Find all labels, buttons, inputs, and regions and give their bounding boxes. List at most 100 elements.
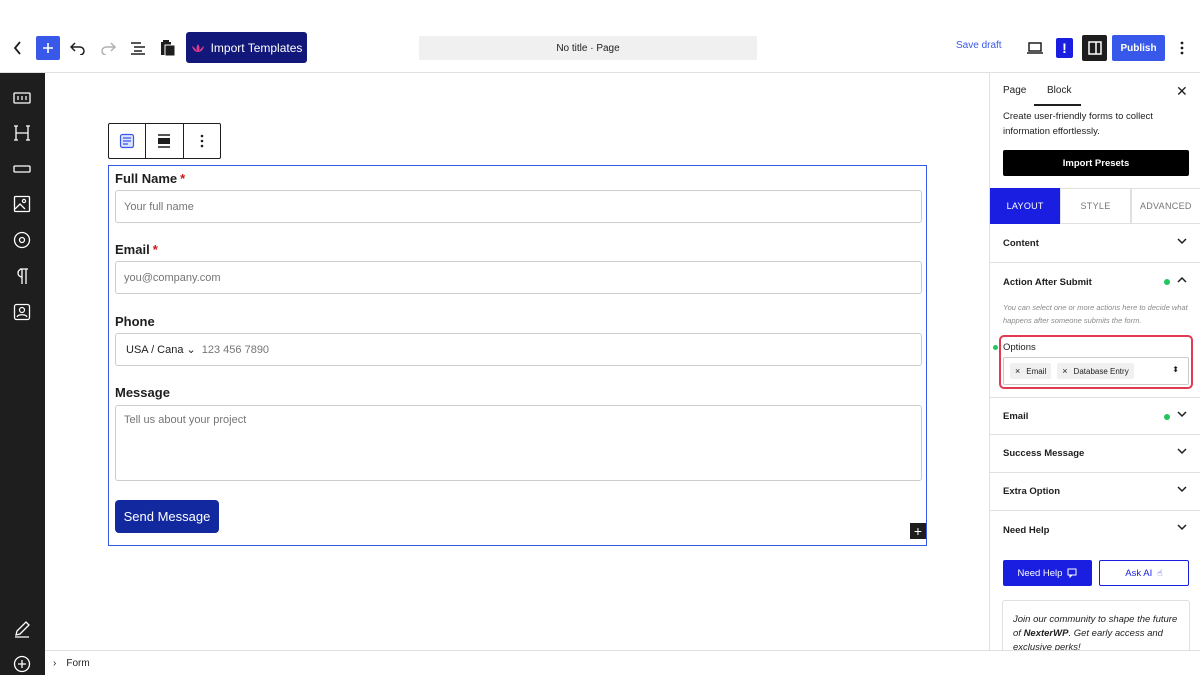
publish-label: Publish — [1120, 42, 1157, 54]
country-code-select[interactable]: USA / Cana ⌄ — [126, 343, 196, 356]
section-need-help[interactable]: Need Help — [990, 511, 1200, 549]
section-email-label: Email — [1003, 410, 1029, 422]
contact-icon[interactable] — [11, 301, 33, 323]
tab-advanced[interactable]: ADVANCED — [1130, 188, 1200, 224]
panel-tabs: Page Block ✕ — [990, 73, 1200, 107]
chevron-down-icon: ⌄ — [186, 344, 196, 356]
email-label: Email * — [115, 242, 158, 257]
chevron-down-icon — [1177, 524, 1187, 531]
align-icon[interactable] — [146, 124, 184, 158]
phone-label: Phone — [115, 314, 155, 329]
import-templates-button[interactable]: Import Templates — [186, 32, 307, 63]
section-content-label: Content — [1003, 238, 1039, 249]
append-block-icon[interactable]: + — [910, 523, 926, 539]
required-mark: * — [152, 242, 158, 257]
section-success-message[interactable]: Success Message — [990, 435, 1200, 473]
section-extra-option[interactable]: Extra Option — [990, 473, 1200, 511]
ask-ai-button[interactable]: Ask AI ☝ — [1099, 560, 1189, 586]
need-help-label: Need Help — [1017, 567, 1063, 579]
paragraph-icon[interactable] — [11, 265, 33, 287]
message-placeholder: Tell us about your project — [124, 414, 247, 426]
phone-placeholder: 123 456 7890 — [201, 343, 270, 356]
community-card: Join our community to shape the future o… — [1002, 600, 1190, 650]
remove-icon[interactable]: × — [1015, 366, 1020, 376]
status-dot — [1164, 279, 1170, 285]
view-icon[interactable] — [1026, 40, 1044, 56]
chevron-down-icon — [1177, 411, 1187, 418]
add-circle-icon[interactable] — [11, 653, 33, 675]
publish-button[interactable]: Publish — [1112, 35, 1165, 61]
save-draft-button[interactable]: Save draft — [956, 40, 1002, 51]
editor-top-bar: Import Templates No title · Page Save dr… — [0, 0, 1200, 73]
add-block-button[interactable] — [36, 36, 60, 60]
section-extra-label: Extra Option — [1003, 486, 1061, 497]
block-options-icon[interactable] — [184, 124, 220, 158]
phone-input[interactable]: USA / Cana ⌄ 123 456 7890 — [115, 333, 922, 366]
tab-layout[interactable]: LAYOUT — [990, 188, 1061, 224]
heading-icon[interactable] — [11, 122, 33, 144]
layout-style-tabs: LAYOUT STYLE ADVANCED — [990, 188, 1200, 224]
options-label: Options — [1003, 342, 1036, 353]
chip-label: Database Entry — [1073, 366, 1129, 376]
block-description: Create user-friendly forms to collect in… — [1003, 111, 1153, 137]
document-title-bar[interactable]: No title · Page — [419, 36, 757, 60]
tab-block[interactable]: Block — [1047, 85, 1071, 96]
option-chip-email[interactable]: × Email — [1010, 363, 1052, 379]
left-rail — [0, 73, 45, 675]
options-highlight: Options × Email × Database Entry ⬍ — [993, 335, 1193, 389]
section-action-label: Action After Submit — [1003, 276, 1092, 288]
back-chevron-icon[interactable] — [10, 38, 26, 58]
import-presets-button[interactable]: Import Presets — [1003, 150, 1189, 176]
section-content[interactable]: Content — [990, 225, 1200, 263]
form-block-type-icon[interactable] — [109, 124, 147, 158]
tab-page[interactable]: Page — [1003, 85, 1026, 96]
chevron-down-icon — [1177, 448, 1187, 455]
message-textarea[interactable]: Tell us about your project — [115, 405, 922, 481]
email-input[interactable]: you@company.com — [115, 261, 922, 294]
message-label: Message — [115, 385, 170, 400]
lotus-icon — [191, 43, 204, 52]
breadcrumb-bar: › Form — [45, 650, 1200, 675]
button-block-icon[interactable] — [11, 158, 33, 180]
sidebar-toggle-button[interactable] — [1082, 35, 1107, 61]
community-brand: NexterWP — [1023, 628, 1069, 639]
keyboard-icon[interactable] — [11, 87, 33, 109]
action-description: You can select one or more actions here … — [1003, 303, 1188, 325]
undo-icon[interactable] — [68, 38, 88, 58]
warning-label: ! — [1062, 40, 1067, 56]
email-label-text: Email — [115, 242, 150, 257]
clipboard-icon[interactable] — [158, 37, 178, 59]
section-success-label: Success Message — [1003, 448, 1085, 459]
email-placeholder: you@company.com — [124, 271, 221, 284]
circle-target-icon[interactable] — [11, 229, 33, 251]
redo-icon[interactable] — [98, 38, 118, 58]
option-chip-database-entry[interactable]: × Database Entry — [1057, 363, 1134, 379]
need-help-button[interactable]: Need Help — [1003, 560, 1092, 586]
remove-icon[interactable]: × — [1062, 366, 1067, 376]
import-presets-label: Import Presets — [1062, 157, 1130, 169]
import-templates-label: Import Templates — [210, 40, 303, 55]
section-email[interactable]: Email — [990, 397, 1200, 435]
status-dot — [993, 345, 998, 350]
contact-form-block[interactable]: Full Name * Your full name Email * you@com… — [108, 165, 927, 546]
send-message-button[interactable]: Send Message — [115, 500, 219, 533]
document-title: No title · Page — [556, 42, 620, 54]
image-icon[interactable] — [11, 193, 33, 215]
full-name-placeholder: Your full name — [124, 200, 194, 213]
close-icon[interactable]: ✕ — [1176, 83, 1188, 100]
more-options-icon[interactable] — [1174, 38, 1190, 58]
country-code-value: USA / Cana — [126, 344, 184, 356]
full-name-input[interactable]: Your full name — [115, 190, 922, 223]
section-action-after-submit[interactable]: Action After Submit — [990, 263, 1200, 301]
active-tab-indicator — [1034, 104, 1081, 106]
phone-label-text: Phone — [115, 314, 155, 329]
breadcrumb-chevron-icon: › — [53, 657, 57, 669]
tab-style[interactable]: STYLE — [1060, 188, 1131, 224]
edit-pencil-icon[interactable] — [11, 618, 33, 640]
warning-button[interactable]: ! — [1056, 38, 1073, 58]
chevron-down-icon — [1177, 486, 1187, 493]
block-toolbar — [108, 123, 221, 159]
breadcrumb-form[interactable]: Form — [66, 658, 89, 669]
document-overview-icon[interactable] — [128, 38, 148, 58]
options-multiselect[interactable]: × Email × Database Entry ⬍ — [1003, 357, 1189, 385]
